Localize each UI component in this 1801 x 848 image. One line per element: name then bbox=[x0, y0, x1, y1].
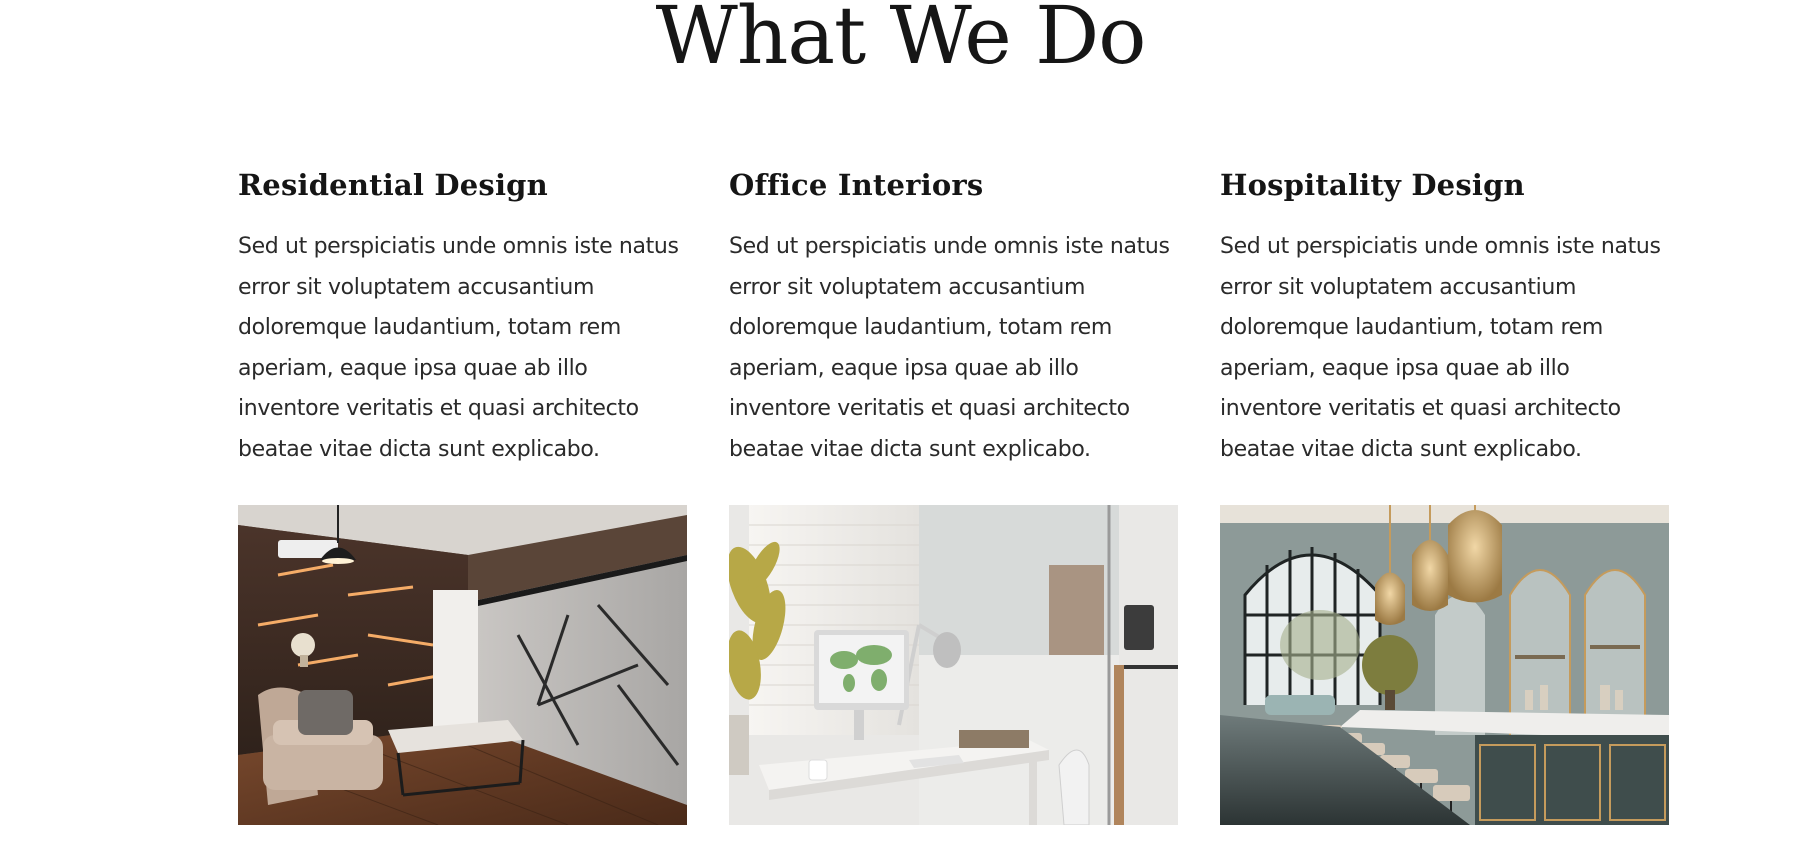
service-title: Hospitality Design bbox=[1220, 168, 1525, 202]
services-grid: Residential Design Sed ut perspiciatis u… bbox=[238, 165, 1670, 825]
service-description: Sed ut perspiciatis unde omnis iste natu… bbox=[729, 234, 1170, 462]
residential-interior-image bbox=[238, 505, 687, 825]
service-title: Residential Design bbox=[238, 168, 548, 202]
office-interior-image bbox=[729, 505, 1178, 825]
service-title: Office Interiors bbox=[729, 168, 984, 202]
hospitality-interior-image bbox=[1220, 505, 1669, 825]
service-card-office: Office Interiors Sed ut perspiciatis und… bbox=[729, 165, 1178, 825]
service-description: Sed ut perspiciatis unde omnis iste natu… bbox=[1220, 234, 1661, 462]
service-card-residential: Residential Design Sed ut perspiciatis u… bbox=[238, 165, 687, 825]
service-description: Sed ut perspiciatis unde omnis iste natu… bbox=[238, 234, 679, 462]
section-title: What We Do bbox=[655, 0, 1147, 82]
service-card-hospitality: Hospitality Design Sed ut perspiciatis u… bbox=[1220, 165, 1669, 825]
